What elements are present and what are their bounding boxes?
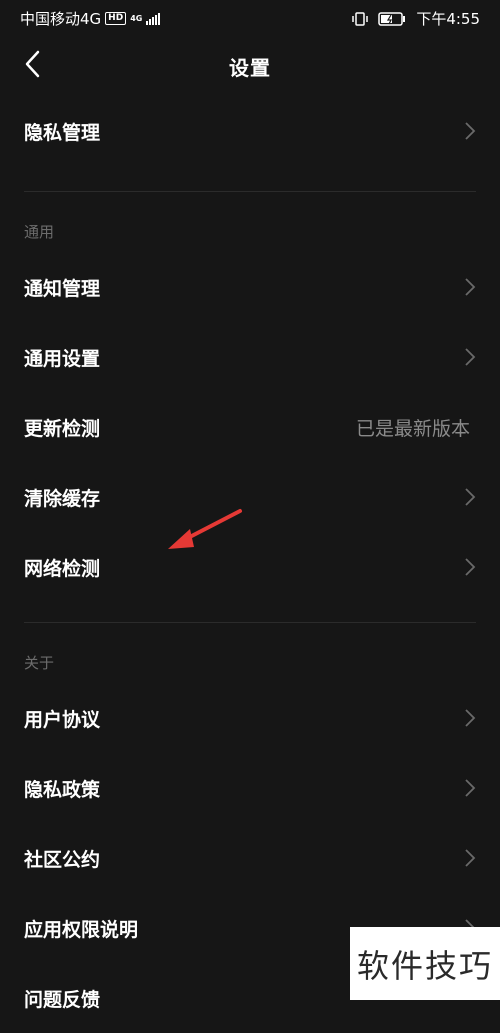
chevron-right-icon [465, 709, 476, 727]
general-settings-item[interactable]: 通用设置 [0, 322, 500, 392]
status-bar-left: 中国移动4G HD 4G [20, 8, 161, 29]
row-label: 网络检测 [24, 557, 101, 580]
privacy-policy-item[interactable]: 隐私政策 [0, 753, 500, 823]
chevron-right-icon [465, 348, 476, 366]
chevron-right-icon [465, 558, 476, 576]
clear-cache-item[interactable]: 清除缓存 [0, 462, 500, 532]
hd-badge: HD [105, 12, 127, 25]
carrier-label: 中国移动4G [20, 10, 102, 28]
row-label: 应用权限说明 [24, 918, 139, 941]
row-label: 清除缓存 [24, 487, 101, 510]
chevron-right-icon [465, 849, 476, 867]
signal-icon [146, 12, 161, 25]
row-label: 更新检测 [24, 417, 101, 440]
privacy-management-item[interactable]: 隐私管理 [0, 96, 500, 166]
chevron-right-icon [465, 122, 476, 140]
row-label: 通知管理 [24, 277, 101, 300]
row-label: 隐私管理 [24, 121, 101, 144]
network-check-item[interactable]: 网络检测 [0, 532, 500, 602]
status-bar: 中国移动4G HD 4G 下午4:55 [0, 0, 500, 34]
chevron-right-icon [465, 278, 476, 296]
page-title: 设置 [229, 56, 271, 80]
section-header-about: 关于 [24, 654, 55, 672]
settings-list: 隐私管理 通用 通知管理 通用设置 更新检测 已是最新版本 清除缓存 网络检测 [0, 96, 500, 1033]
row-label: 通用设置 [24, 347, 101, 370]
row-label: 隐私政策 [24, 778, 101, 801]
update-status-value: 已是最新版本 [355, 418, 470, 440]
section-header-general: 通用 [24, 223, 55, 241]
row-label: 用户协议 [24, 708, 101, 731]
row-label: 社区公约 [24, 848, 101, 871]
community-guidelines-item[interactable]: 社区公约 [0, 823, 500, 893]
chevron-right-icon [465, 779, 476, 797]
network-type-icon: 4G [130, 13, 143, 23]
row-label: 问题反馈 [24, 988, 101, 1011]
notification-management-item[interactable]: 通知管理 [0, 252, 500, 322]
user-agreement-item[interactable]: 用户协议 [0, 683, 500, 753]
update-check-item[interactable]: 更新检测 已是最新版本 [0, 392, 500, 462]
watermark: 软件技巧 [350, 927, 500, 1000]
status-time: 下午4:55 [416, 10, 480, 28]
vibrate-icon [352, 11, 369, 26]
status-bar-right: 下午4:55 [352, 8, 480, 29]
chevron-right-icon [465, 488, 476, 506]
annotation-arrow-icon [168, 509, 242, 549]
nav-bar: 设置 [0, 34, 500, 96]
battery-icon [378, 11, 406, 26]
